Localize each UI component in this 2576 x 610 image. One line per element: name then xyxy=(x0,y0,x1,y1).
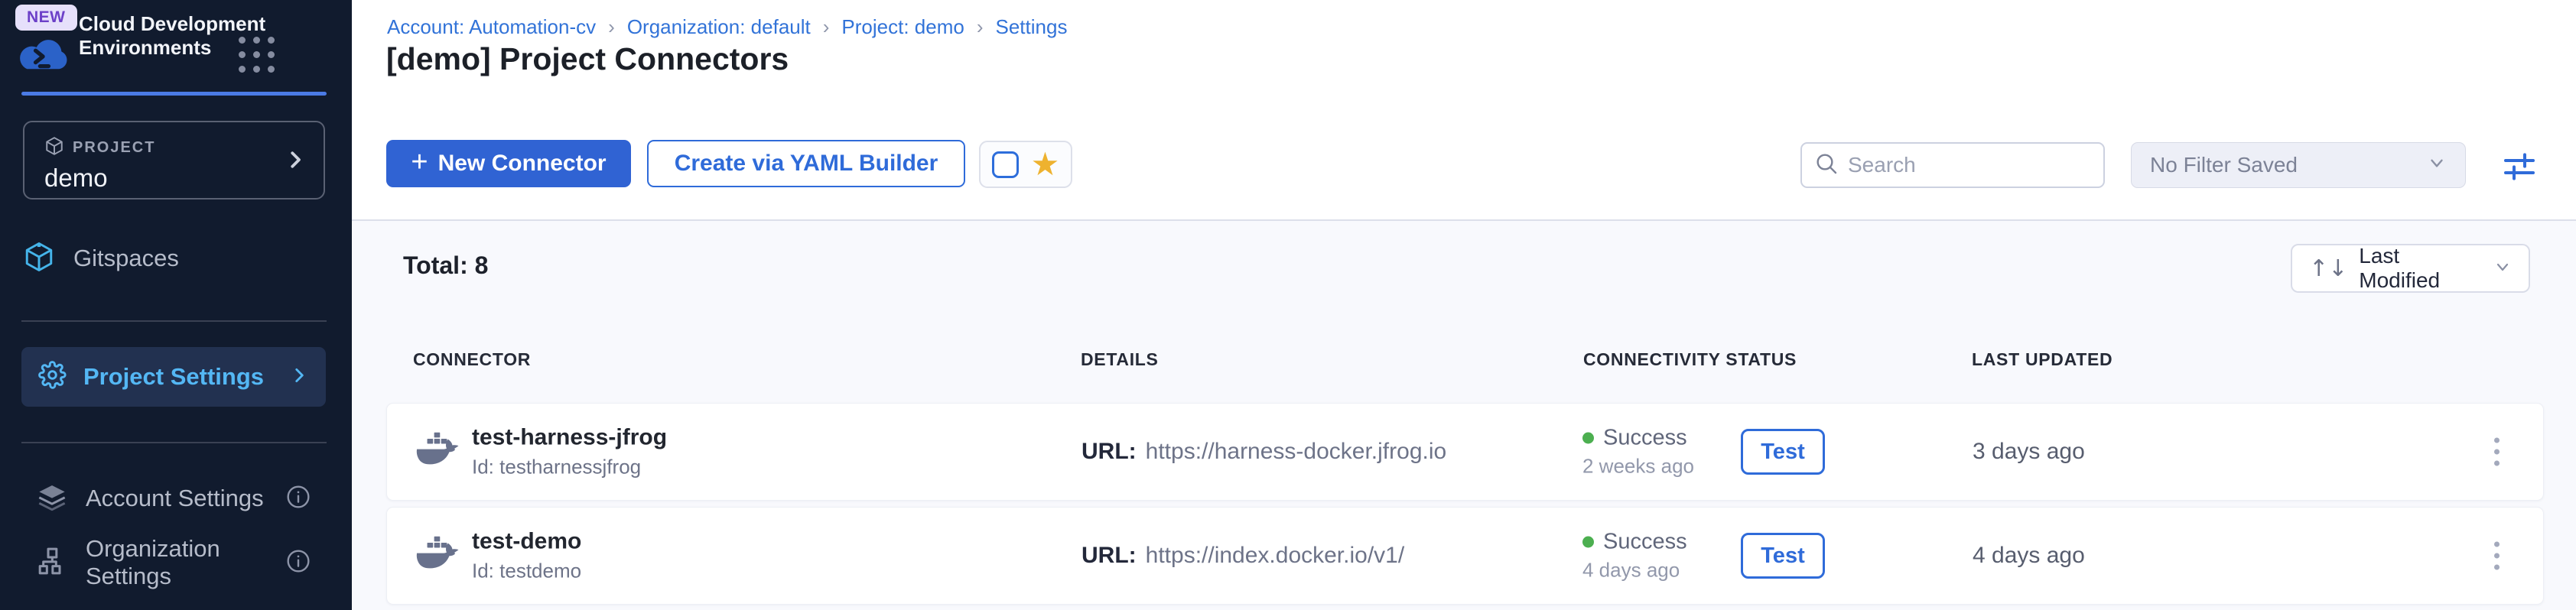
sort-dropdown[interactable]: ↑↓ Last Modified xyxy=(2291,244,2530,293)
chevron-down-icon xyxy=(2493,258,2512,280)
connector-name-block: test-demo Id: testdemo xyxy=(472,529,581,583)
url-label: URL: xyxy=(1081,543,1137,568)
sort-value: Last Modified xyxy=(2359,244,2482,293)
row-menu-kebab-icon[interactable] xyxy=(2487,430,2507,474)
connector-id: Id: testdemo xyxy=(472,560,581,583)
module-grid-icon[interactable] xyxy=(239,37,275,73)
chevron-down-icon xyxy=(2427,153,2447,178)
chevron-right-icon xyxy=(289,365,309,389)
column-header-connector: CONNECTOR xyxy=(413,349,531,370)
new-connector-button[interactable]: + New Connector xyxy=(386,140,631,187)
connectivity-status: Success 4 days ago xyxy=(1582,530,1687,582)
column-header-connectivity-status: CONNECTIVITY STATUS xyxy=(1583,349,1797,370)
breadcrumb-settings[interactable]: Settings xyxy=(996,15,1068,39)
status-success-dot xyxy=(1582,537,1594,548)
info-icon[interactable] xyxy=(286,485,311,513)
star-icon[interactable]: ★ xyxy=(1031,148,1060,180)
url-label: URL: xyxy=(1081,439,1137,464)
column-header-last-updated: LAST UPDATED xyxy=(1972,349,2113,370)
test-button[interactable]: Test xyxy=(1741,429,1825,475)
docker-icon xyxy=(416,535,462,577)
gear-icon xyxy=(38,361,67,393)
column-header-details: DETAILS xyxy=(1081,349,1159,370)
search-icon xyxy=(1814,151,1839,180)
gitspaces-cube-icon xyxy=(23,241,55,277)
info-icon[interactable] xyxy=(286,549,311,577)
sidebar-item-label: Account Settings xyxy=(86,485,268,512)
org-hierarchy-gear-icon xyxy=(37,546,67,580)
project-selector[interactable]: PROJECT demo xyxy=(23,121,325,200)
sidebar-accent-divider xyxy=(21,92,327,96)
sidebar-item-gitspaces[interactable]: Gitspaces xyxy=(23,238,325,278)
breadcrumb-separator: › xyxy=(977,15,984,39)
saved-filter-value: No Filter Saved xyxy=(2150,153,2298,177)
search-input[interactable] xyxy=(1848,153,2077,177)
saved-filter-select[interactable]: No Filter Saved xyxy=(2131,142,2466,188)
connector-name-block: test-harness-jfrog Id: testharnessjfrog xyxy=(472,425,667,479)
chevron-right-icon xyxy=(284,148,307,175)
project-cube-icon xyxy=(44,136,64,160)
breadcrumb-project[interactable]: Project: demo xyxy=(841,15,964,39)
page-title: [demo] Project Connectors xyxy=(386,41,789,77)
layers-gear-icon xyxy=(37,482,67,516)
filter-sliders-icon[interactable] xyxy=(2501,148,2538,189)
connector-row[interactable]: test-demo Id: testdemo URL: https://index… xyxy=(386,507,2544,605)
total-count: Total: 8 xyxy=(403,251,488,280)
sidebar-item-project-settings[interactable]: Project Settings xyxy=(21,347,326,407)
sidebar-item-organization-settings[interactable]: Organization Settings xyxy=(21,538,326,587)
status-text: Success xyxy=(1603,530,1687,555)
plus-icon: + xyxy=(411,146,428,179)
status-time: 4 days ago xyxy=(1582,559,1687,582)
sidebar-divider xyxy=(21,442,327,443)
new-connector-label: New Connector xyxy=(438,151,607,177)
last-updated: 4 days ago xyxy=(1973,543,2085,569)
test-button[interactable]: Test xyxy=(1741,533,1825,579)
status-text: Success xyxy=(1603,426,1687,451)
cloud-dev-env-logo-icon xyxy=(15,34,72,82)
new-badge: NEW xyxy=(15,5,77,31)
status-success-dot xyxy=(1582,433,1594,444)
connector-details: URL: https://harness-docker.jfrog.io xyxy=(1081,439,1446,465)
search-box xyxy=(1800,142,2105,188)
project-selector-value: demo xyxy=(44,164,324,193)
sidebar-item-account-settings[interactable]: Account Settings xyxy=(21,474,326,523)
connector-row[interactable]: test-harness-jfrog Id: testharnessjfrog … xyxy=(386,403,2544,501)
breadcrumb-account[interactable]: Account: Automation-cv xyxy=(387,15,596,39)
sidebar-item-label: Gitspaces xyxy=(73,245,179,272)
main-content: Account: Automation-cv › Organization: d… xyxy=(352,0,2576,610)
connectors-page: NEW Cloud Development Environments PROJE… xyxy=(0,0,2576,610)
connector-name: test-harness-jfrog xyxy=(472,425,667,451)
row-menu-kebab-icon[interactable] xyxy=(2487,534,2507,578)
connectivity-status: Success 2 weeks ago xyxy=(1582,426,1694,479)
connectors-list: Total: 8 ↑↓ Last Modified CONNECTOR DETA… xyxy=(352,221,2576,610)
sort-arrows-icon: ↑↓ xyxy=(2309,255,2347,282)
url-value: https://harness-docker.jfrog.io xyxy=(1146,439,1447,464)
breadcrumb-separator: › xyxy=(608,15,615,39)
favorites-checkbox[interactable] xyxy=(992,151,1019,178)
favorites-filter-group: ★ xyxy=(979,141,1072,188)
breadcrumb: Account: Automation-cv › Organization: d… xyxy=(387,15,1067,39)
url-value: https://index.docker.io/v1/ xyxy=(1146,543,1405,568)
last-updated: 3 days ago xyxy=(1973,439,2085,465)
connector-details: URL: https://index.docker.io/v1/ xyxy=(1081,543,1404,569)
create-via-yaml-builder-button[interactable]: Create via YAML Builder xyxy=(647,140,965,187)
connector-name: test-demo xyxy=(472,529,581,555)
connector-id: Id: testharnessjfrog xyxy=(472,456,667,479)
breadcrumb-separator: › xyxy=(823,15,830,39)
breadcrumb-organization[interactable]: Organization: default xyxy=(627,15,811,39)
docker-icon xyxy=(416,431,462,473)
project-selector-label: PROJECT xyxy=(73,139,155,157)
sidebar-item-label: Project Settings xyxy=(83,363,272,391)
status-time: 2 weeks ago xyxy=(1582,455,1694,479)
sidebar-divider xyxy=(21,320,327,322)
sidebar-item-label: Organization Settings xyxy=(86,535,268,590)
sidebar: NEW Cloud Development Environments PROJE… xyxy=(0,0,352,610)
